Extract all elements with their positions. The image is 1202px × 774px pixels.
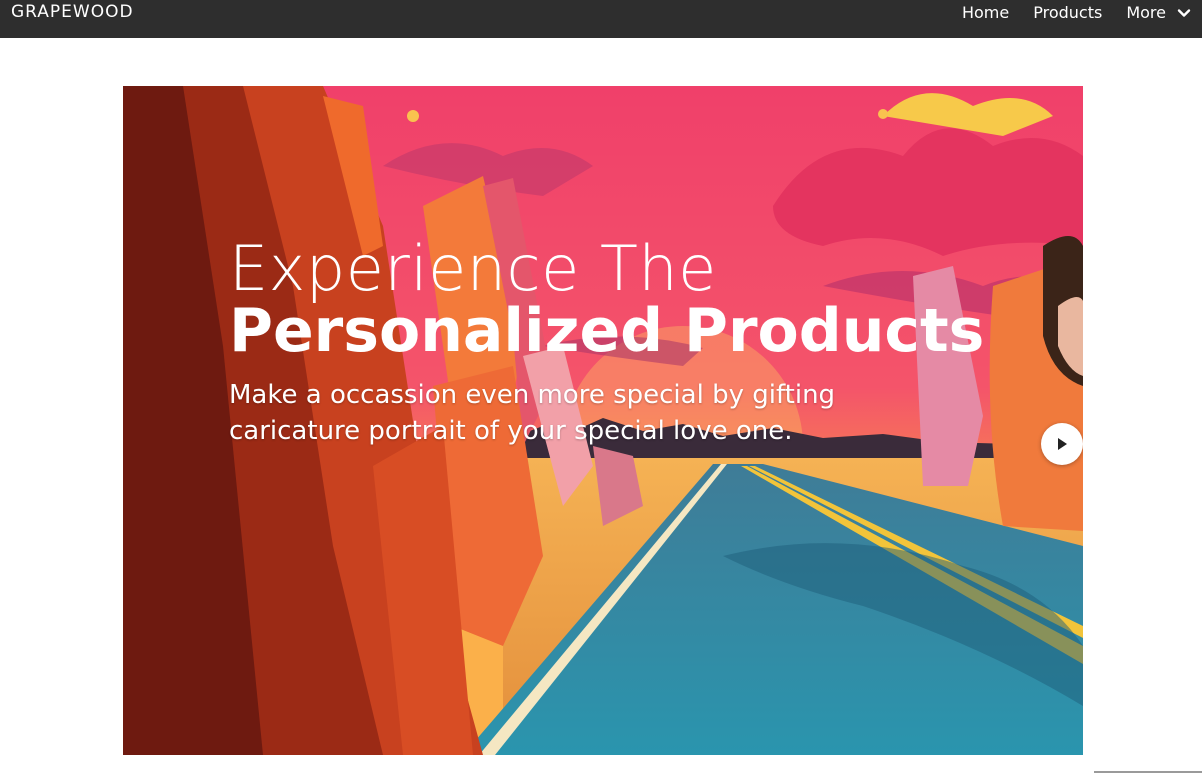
chevron-down-icon	[1177, 9, 1191, 17]
nav-more-label: More	[1126, 3, 1166, 22]
hero-headline-line2: Personalized Products	[229, 296, 985, 366]
nav-home-link[interactable]: Home	[962, 1, 1009, 25]
hero-subtext: Make a occassion even more special by gi…	[229, 380, 836, 446]
site-logo[interactable]: GRAPEWOOD	[11, 3, 134, 21]
nav-more-dropdown[interactable]: More	[1126, 1, 1192, 25]
nav-products-link[interactable]: Products	[1033, 1, 1102, 25]
slider-next-button[interactable]	[1041, 423, 1083, 465]
corner-divider	[1094, 771, 1202, 773]
main-nav: Home Products More	[938, 0, 1192, 26]
hero-headline-line1: Experience The	[229, 232, 717, 305]
hero-banner: Experience The Personalized Products Mak…	[123, 86, 1083, 755]
play-icon	[1058, 438, 1067, 450]
top-navbar: GRAPEWOOD Home Products More	[0, 0, 1202, 38]
hero-text-block: Experience The Personalized Products Mak…	[229, 233, 984, 449]
